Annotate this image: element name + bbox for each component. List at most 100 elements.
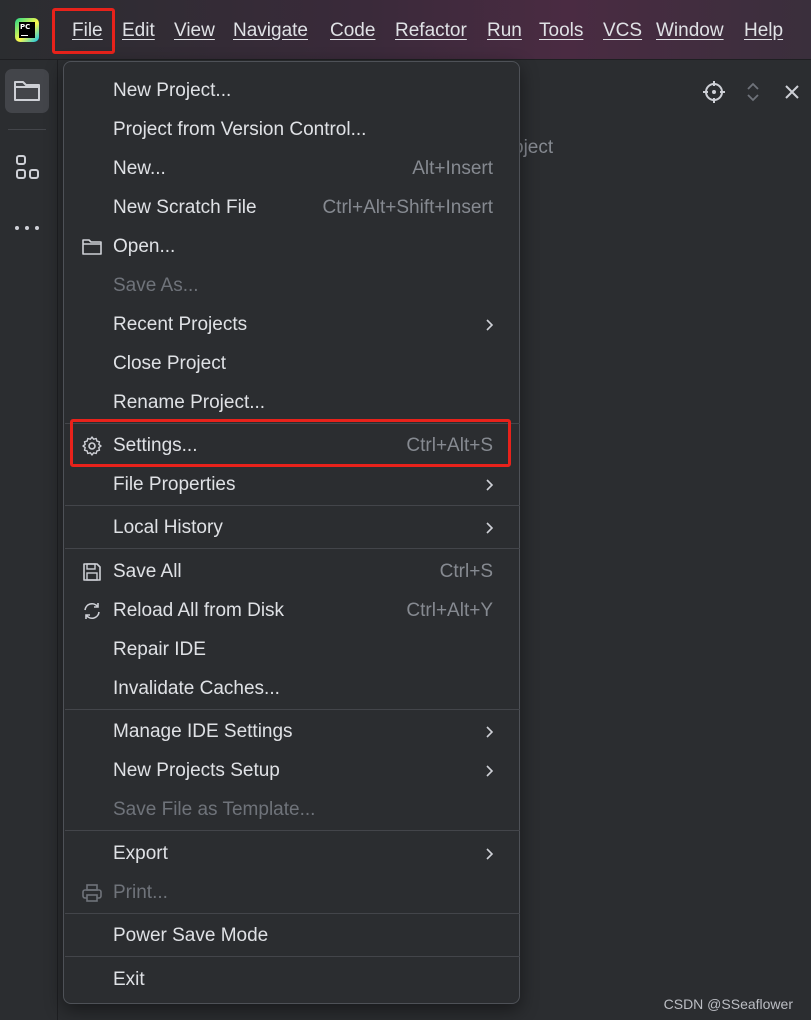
chevron-right-icon [486, 726, 494, 738]
menu-item-invalidate-caches[interactable]: Invalidate Caches... [64, 669, 519, 708]
menu-help[interactable]: Help [744, 18, 783, 44]
menu-tools[interactable]: Tools [539, 18, 583, 44]
menu-item-file-properties[interactable]: File Properties [64, 465, 519, 504]
file-menu-highlight-box [52, 8, 115, 54]
print-label: Print... [113, 882, 168, 903]
menu-separator [65, 913, 520, 914]
save-all-shortcut: Ctrl+S [439, 561, 493, 582]
menu-item-save-as: Save As... [64, 266, 519, 305]
expand-collapse-icon[interactable] [741, 80, 765, 104]
rename-project-label: Rename Project... [113, 392, 266, 413]
menu-separator [65, 830, 520, 831]
menu-item-export[interactable]: Export [64, 834, 519, 873]
menu-view-label: View [174, 20, 215, 41]
close-icon[interactable] [780, 80, 804, 104]
close-project-label: Close Project [113, 353, 226, 374]
menu-view[interactable]: View [174, 18, 215, 44]
menu-separator [65, 505, 520, 506]
folder-icon [82, 239, 102, 255]
chevron-right-icon [486, 522, 494, 534]
manage-ide-settings-label: Manage IDE Settings [113, 721, 293, 742]
menu-item-new-projects-setup[interactable]: New Projects Setup [64, 751, 519, 790]
structure-tool-button[interactable] [5, 146, 49, 190]
reload-all-label: Reload All from Disk [113, 600, 285, 621]
power-save-mode-label: Power Save Mode [113, 925, 269, 946]
menu-help-label: Help [744, 20, 784, 41]
pycharm-logo-icon[interactable]: PC [15, 18, 39, 42]
menu-vcs[interactable]: VCS [603, 18, 642, 44]
folder-icon [14, 81, 40, 101]
more-tools-button[interactable] [5, 206, 49, 250]
settings-highlight-box [70, 419, 511, 467]
menu-item-print: Print... [64, 873, 519, 912]
tool-window-strip [0, 60, 58, 1020]
menu-navigate-label: Navigate [233, 20, 308, 41]
menu-item-new-project[interactable]: New Project... [64, 71, 519, 110]
file-properties-label: File Properties [113, 474, 236, 495]
menu-item-new-scratch-file[interactable]: New Scratch File Ctrl+Alt+Shift+Insert [64, 188, 519, 227]
file-menu-dropdown: New Project... Project from Version Cont… [63, 61, 520, 1004]
menu-item-repair-ide[interactable]: Repair IDE [64, 630, 519, 669]
project-from-vcs-label: Project from Version Control... [113, 119, 367, 140]
new-scratch-file-label: New Scratch File [113, 197, 257, 218]
menu-separator [65, 548, 520, 549]
menu-code-label: Code [330, 20, 376, 41]
menu-vcs-label: VCS [603, 20, 643, 41]
toolstrip-divider [8, 129, 46, 130]
menu-item-power-save-mode[interactable]: Power Save Mode [64, 916, 519, 955]
menu-separator [65, 709, 520, 710]
menu-separator [65, 956, 520, 957]
menu-item-save-file-as-template: Save File as Template... [64, 790, 519, 829]
menu-item-open[interactable]: Open... [64, 227, 519, 266]
save-as-label: Save As... [113, 275, 199, 296]
exit-label: Exit [113, 969, 145, 990]
chevron-right-icon [486, 479, 494, 491]
menu-refactor[interactable]: Refactor [395, 18, 467, 44]
reload-all-shortcut: Ctrl+Alt+Y [406, 600, 493, 621]
project-tool-button[interactable] [5, 69, 49, 113]
recent-projects-label: Recent Projects [113, 314, 248, 335]
chevron-right-icon [486, 848, 494, 860]
more-icon [15, 226, 39, 230]
menu-item-save-all[interactable]: Save All Ctrl+S [64, 552, 519, 591]
structure-icon [16, 155, 39, 179]
export-label: Export [113, 843, 168, 864]
menu-item-local-history[interactable]: Local History [64, 508, 519, 547]
invalidate-caches-label: Invalidate Caches... [113, 678, 280, 699]
chevron-right-icon [486, 319, 494, 331]
locate-icon[interactable] [702, 80, 726, 104]
new-project-label: New Project... [113, 80, 232, 101]
menu-item-close-project[interactable]: Close Project [64, 344, 519, 383]
app-logo-text: PC [19, 22, 35, 38]
menu-edit[interactable]: Edit [122, 18, 155, 44]
menu-item-reload-all[interactable]: Reload All from Disk Ctrl+Alt+Y [64, 591, 519, 630]
new-scratch-file-shortcut: Ctrl+Alt+Shift+Insert [322, 197, 493, 218]
menu-edit-label: Edit [122, 20, 155, 41]
menu-refactor-label: Refactor [395, 20, 467, 41]
chevron-right-icon [486, 765, 494, 777]
new-shortcut: Alt+Insert [412, 158, 493, 179]
watermark-text: CSDN @SSeaflower [663, 996, 793, 1012]
menu-item-new[interactable]: New... Alt+Insert [64, 149, 519, 188]
new-label: New... [113, 158, 166, 179]
menu-code[interactable]: Code [330, 18, 375, 44]
menu-navigate[interactable]: Navigate [233, 18, 308, 44]
printer-icon [82, 884, 102, 902]
open-label: Open... [113, 236, 176, 257]
local-history-label: Local History [113, 517, 223, 538]
menu-item-project-from-vcs[interactable]: Project from Version Control... [64, 110, 519, 149]
menu-run[interactable]: Run [487, 18, 522, 44]
save-all-label: Save All [113, 561, 182, 582]
menu-bar: PC File Edit View Navigate Code Refactor… [0, 0, 811, 60]
reload-icon [84, 602, 100, 620]
menu-item-exit[interactable]: Exit [64, 960, 519, 999]
save-file-as-template-label: Save File as Template... [113, 799, 316, 820]
menu-run-label: Run [487, 20, 522, 41]
menu-item-rename-project[interactable]: Rename Project... [64, 383, 519, 422]
new-projects-setup-label: New Projects Setup [113, 760, 280, 781]
menu-item-recent-projects[interactable]: Recent Projects [64, 305, 519, 344]
save-icon [83, 563, 101, 581]
menu-window[interactable]: Window [656, 18, 724, 44]
menu-item-manage-ide-settings[interactable]: Manage IDE Settings [64, 712, 519, 751]
repair-ide-label: Repair IDE [113, 639, 206, 660]
